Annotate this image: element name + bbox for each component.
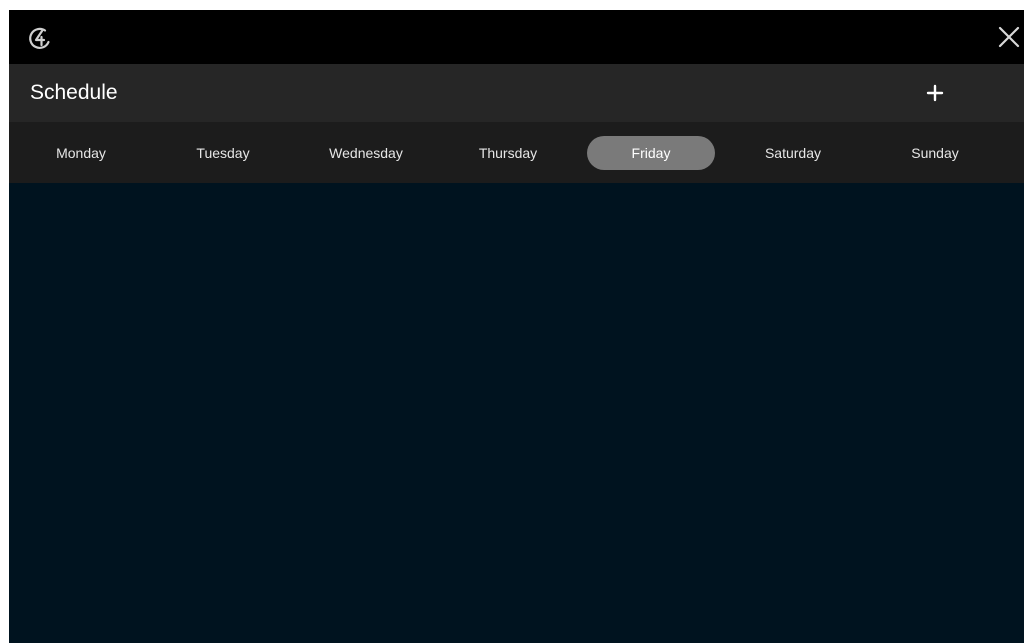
title-bar — [9, 10, 1024, 64]
schedule-header: Schedule — [9, 64, 1024, 122]
tab-sunday[interactable]: Sunday — [871, 136, 999, 170]
tab-tuesday[interactable]: Tuesday — [159, 136, 287, 170]
tab-wednesday[interactable]: Wednesday — [302, 136, 430, 170]
page-title: Schedule — [30, 81, 118, 104]
app-window: Schedule Monday Tuesday Wednesday Thursd… — [9, 10, 1024, 643]
app-logo-icon — [29, 27, 50, 49]
tab-monday[interactable]: Monday — [17, 136, 145, 170]
add-schedule-button[interactable] — [919, 77, 951, 109]
tab-thursday[interactable]: Thursday — [444, 136, 572, 170]
day-tabs: Monday Tuesday Wednesday Thursday Friday… — [9, 122, 1024, 183]
schedule-content-area — [9, 183, 1024, 643]
tab-friday[interactable]: Friday — [587, 136, 715, 170]
close-icon[interactable] — [996, 24, 1022, 50]
tab-saturday[interactable]: Saturday — [729, 136, 857, 170]
